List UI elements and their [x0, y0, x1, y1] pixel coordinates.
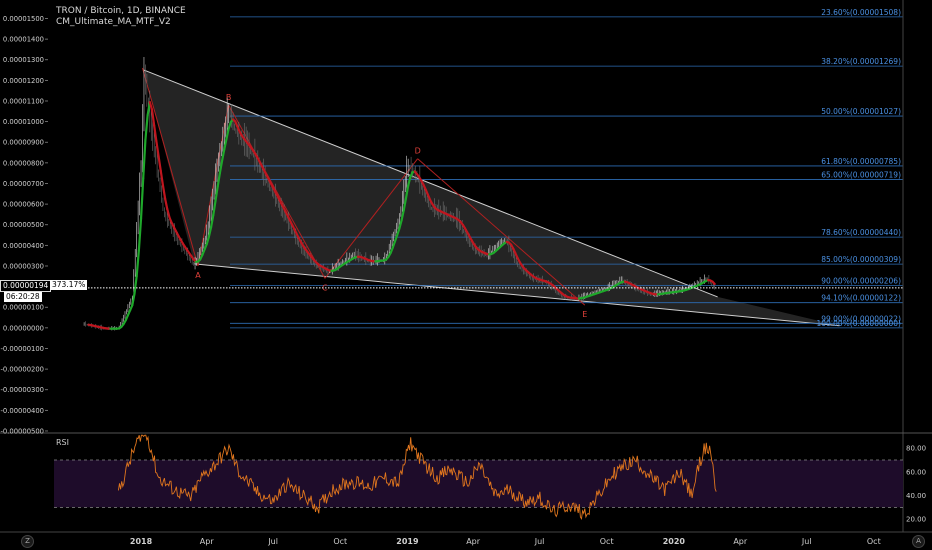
ma-segment [137, 217, 143, 252]
time-tick-label: Oct [333, 537, 347, 546]
rsi-pane[interactable]: 80.00 60.00 40.00 20.00 [54, 434, 926, 524]
ma-segment [135, 249, 140, 278]
price-tick-label: 0.00001000 [3, 118, 44, 126]
rsi-tick-label: 40.00 [906, 492, 926, 500]
symbol-title[interactable]: TRON / Bitcoin, 1D, BINANCE [56, 6, 186, 17]
time-tick-label: Apr [466, 537, 481, 546]
rsi-tick-label: 80.00 [906, 445, 926, 453]
price-tick-label: 0.00001100 [3, 97, 44, 105]
ma-segment [164, 197, 169, 211]
fib-level-label: 100.00%(0.00000000) [816, 319, 901, 328]
chart-window: 23.60%(0.00001508) 38.20%(0.00001269) 50.0… [0, 0, 932, 550]
percent-change-badge: 373.17% [50, 280, 88, 290]
ma-segment [139, 177, 145, 220]
price-tick-label: 0.00000000 [3, 324, 44, 332]
wave-label-d: D [415, 147, 421, 156]
price-tick-label: 0.00000900 [3, 139, 44, 147]
time-tick-label: 2018 [130, 537, 153, 546]
price-tick-label: 0.00000800 [3, 159, 44, 167]
rsi-tick-label: 60.00 [906, 468, 926, 476]
auto-scale-icon[interactable]: A [912, 535, 925, 548]
ma-segment [131, 292, 136, 307]
bar-countdown-value: 06:20:28 [6, 292, 40, 301]
bar-countdown-badge: 06:20:28 [4, 292, 42, 302]
price-tick-label: 0.00000300 [3, 262, 44, 270]
ma-segment [166, 208, 171, 219]
price-tick-label: 0.00001500 [3, 15, 44, 23]
fib-level-label: 50.00%(0.00001027) [821, 107, 901, 116]
percent-change-value: 373.17% [52, 280, 86, 289]
indicator-title[interactable]: CM_Ultimate_MA_MTF_V2 [56, 17, 186, 28]
fib-level-label: 94.10%(0.00000122) [821, 294, 901, 303]
last-price-value: 0.00000194 [3, 281, 49, 290]
fib-level-label: 23.60%(0.00001508) [821, 8, 901, 17]
ma-segment [133, 275, 138, 296]
wave-label-b: B [226, 93, 232, 102]
fib-level-label: 85.00%(0.00000309) [821, 255, 901, 264]
price-tick-label: -0.00000100 [0, 345, 44, 353]
time-tick-label: 2019 [396, 537, 419, 546]
wave-label-a: A [195, 271, 201, 280]
ma-segment [150, 108, 156, 127]
price-tick-label: 0.00001300 [3, 56, 44, 64]
time-tick-label: Oct [600, 537, 614, 546]
wave-label-e: E [582, 310, 587, 319]
price-tick-label: 0.00001400 [3, 36, 44, 44]
price-tick-label: -0.00000500 [0, 427, 44, 435]
fib-level-label: 78.60%(0.00000440) [821, 228, 901, 237]
ma-segment [711, 280, 716, 286]
price-tick-label: 0.00000700 [3, 180, 44, 188]
time-tick-label: Jul [267, 537, 278, 546]
timezone-icon[interactable]: Z [21, 535, 34, 548]
price-tick-label: 0.00000100 [3, 304, 44, 312]
ma-segment [159, 169, 165, 187]
ma-segment [144, 114, 149, 141]
time-tick-label: Apr [733, 537, 748, 546]
price-tick-label: 0.00000400 [3, 242, 44, 250]
fib-level-label: 61.80%(0.00000785) [821, 157, 901, 166]
ma-segment [153, 124, 158, 143]
price-tick-label: 0.00001200 [3, 77, 44, 85]
ma-segment [157, 155, 162, 172]
fib-level-label: 90.00%(0.00000206) [821, 276, 901, 285]
rsi-tick-label: 20.00 [906, 516, 926, 524]
price-pane[interactable]: 23.60%(0.00001508) 38.20%(0.00001269) 50.0… [52, 8, 903, 331]
time-tick-label: 2020 [663, 537, 686, 546]
ma-segment [155, 140, 160, 158]
rsi-label: RSI [56, 438, 69, 447]
price-tick-label: 0.00000500 [3, 221, 44, 229]
time-tick-label: Jul [801, 537, 812, 546]
price-tick-label: -0.00000300 [0, 386, 44, 394]
price-rsi-chart[interactable]: 23.60%(0.00001508) 38.20%(0.00001269) 50.0… [0, 0, 932, 550]
price-tick-label: 0.00000600 [3, 201, 44, 209]
last-price-badge[interactable]: 0.00000194 [0, 280, 52, 292]
time-tick-label: Jul [534, 537, 545, 546]
time-tick-label: Oct [867, 537, 881, 546]
price-tick-label: -0.00000200 [0, 366, 44, 374]
chart-legend: TRON / Bitcoin, 1D, BINANCE CM_Ultimate_… [56, 6, 186, 28]
fib-level-label: 65.00%(0.00000719) [821, 171, 901, 180]
time-tick-label: Apr [200, 537, 215, 546]
fib-level-label: 38.20%(0.00001269) [821, 57, 901, 66]
price-tick-label: -0.00000400 [0, 407, 44, 415]
ma-segment [148, 100, 154, 111]
ma-segment [142, 138, 147, 180]
rsi-band-area [54, 460, 903, 508]
ma-segment [161, 184, 167, 200]
